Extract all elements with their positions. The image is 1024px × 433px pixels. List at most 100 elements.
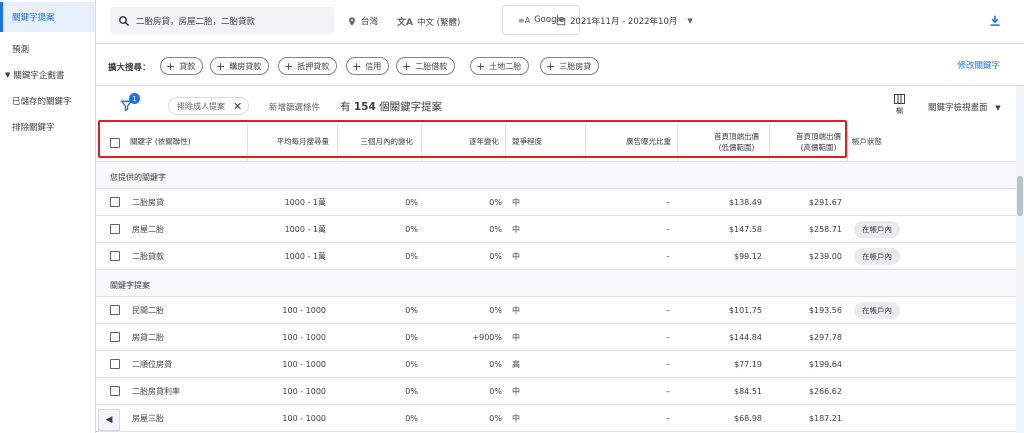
- yoy-change-cell: +900%: [422, 324, 506, 350]
- calendar-icon: [556, 17, 566, 26]
- monthly-searches-value: 1000 - 1萬: [284, 197, 326, 207]
- broaden-chip[interactable]: + 購房貸款: [210, 57, 270, 75]
- monthly-searches-value: 1000 - 1萬: [284, 251, 326, 261]
- sidebar-item-keyword-ideas[interactable]: 關鍵字提案: [0, 2, 95, 32]
- sidebar-item-negative-keywords[interactable]: 排除關鍵字: [0, 114, 95, 140]
- three-month-change-value: 0%: [405, 197, 418, 207]
- impression-share-cell: –: [586, 189, 678, 215]
- column-header-account-status[interactable]: 帳戶狀態: [852, 124, 942, 161]
- table-row[interactable]: 二胎貸款 1000 - 1萬 0% 0% 中 – $99.12 $239.00 在帳戶內: [96, 243, 1016, 270]
- sidebar-item-forecast[interactable]: 預測: [0, 36, 95, 62]
- impression-share-value: –: [666, 305, 670, 315]
- bid-high-cell: $266.62: [770, 378, 848, 404]
- row-checkbox[interactable]: [110, 251, 120, 261]
- column-header-label: 帳戶狀態: [852, 137, 882, 147]
- sidebar-item-saved-keywords[interactable]: 已儲存的關鍵字: [0, 88, 95, 114]
- result-count: 有 154 個關鍵字提案: [340, 99, 442, 114]
- keyword-text: 二胎房貸: [132, 197, 164, 207]
- competition-cell: 中: [506, 189, 586, 215]
- table-row[interactable]: 房屋三胎 100 - 1000 0% 0% 中 – $68.98 $187.21: [96, 405, 1016, 432]
- scroll-left-button[interactable]: ◀: [98, 409, 120, 431]
- edit-keywords-link[interactable]: 修改關鍵字: [957, 59, 1000, 71]
- row-checkbox[interactable]: [110, 386, 120, 396]
- add-filter-button[interactable]: 新增篩選條件: [269, 101, 320, 113]
- column-header-keyword[interactable]: 關鍵字 (依關聯性): [130, 124, 248, 161]
- row-checkbox[interactable]: [110, 224, 120, 234]
- sidebar-item-keyword-plans[interactable]: ▼ 關鍵字企劃書: [0, 62, 95, 88]
- three-month-change-cell: 0%: [338, 297, 422, 323]
- bid-high-cell: $193.56: [770, 297, 848, 323]
- keyword-search-box[interactable]: [110, 7, 334, 34]
- download-button[interactable]: [988, 13, 1002, 32]
- table-row[interactable]: 房貸二胎 100 - 1000 0% +900% 中 – $144.84 $297.78: [96, 324, 1016, 351]
- table-row[interactable]: 二胎房貸利率 100 - 1000 0% 0% 中 – $84.51 $266.62: [96, 378, 1016, 405]
- date-range-selector[interactable]: 2021年11月 - 2022年10月 ▼: [556, 15, 693, 27]
- row-checkbox[interactable]: [110, 305, 120, 315]
- yoy-change-cell: 0%: [422, 351, 506, 377]
- search-input[interactable]: [136, 15, 316, 26]
- bid-high-cell: $258.71: [770, 216, 848, 242]
- broaden-chip[interactable]: + 二胎借款: [396, 57, 456, 75]
- competition-value: 中: [512, 224, 520, 234]
- chip-label: 購房貸款: [229, 61, 262, 71]
- column-header-competition[interactable]: 競爭程度: [506, 124, 586, 161]
- language-label: 中文 (繁體): [416, 17, 461, 28]
- group-header-row: 您提供的關鍵字: [96, 162, 1016, 189]
- bid-low-value: $147.58: [728, 224, 762, 234]
- location-selector[interactable]: 台灣: [347, 15, 378, 27]
- filter-count-badge: 1: [129, 93, 140, 104]
- close-icon[interactable]: ✕: [233, 100, 242, 113]
- download-icon: [990, 15, 1000, 26]
- keyword-cell: 二胎貸款: [132, 243, 248, 269]
- columns-button[interactable]: 欄: [894, 94, 905, 116]
- scrollbar-thumb[interactable]: [1017, 176, 1023, 216]
- column-header-impression-share[interactable]: 廣告曝光比重: [586, 124, 678, 161]
- broaden-chip[interactable]: + 土地二胎: [470, 57, 530, 75]
- broaden-chip[interactable]: + 貸款: [160, 57, 204, 75]
- three-month-change-cell: 0%: [338, 378, 422, 404]
- column-header-yoy-change[interactable]: 逐年變化: [422, 124, 506, 161]
- bid-high-cell: $187.21: [770, 405, 848, 431]
- bid-low-cell: $101.75: [678, 297, 770, 323]
- monthly-searches-value: 100 - 1000: [282, 386, 326, 396]
- broaden-chip[interactable]: + 抵押貸款: [278, 57, 338, 75]
- competition-cell: 中: [506, 324, 586, 350]
- bid-high-value: $187.21: [808, 413, 842, 423]
- keyword-view-selector[interactable]: 關鍵字檢視畫面 ▼: [928, 101, 1001, 113]
- keyword-planner-app: 關鍵字提案 預測 ▼關鍵字企劃書 已儲存的關鍵字 排除關鍵字 台灣 文A 中文 …: [0, 0, 1024, 433]
- keyword-cell: 房貸二胎: [132, 324, 248, 350]
- column-header-bid-low[interactable]: 首頁頂端出價 (低價範圍): [678, 124, 770, 161]
- table-row[interactable]: 民間二胎 100 - 1000 0% 0% 中 – $101.75 $193.56 在帳戶內: [96, 297, 1016, 324]
- competition-value: 高: [512, 359, 520, 369]
- impression-share-cell: –: [586, 243, 678, 269]
- table-row[interactable]: 二胎房貸 1000 - 1萬 0% 0% 中 – $138.49 $291.67: [96, 189, 1016, 216]
- row-checkbox[interactable]: [110, 359, 120, 369]
- table-row[interactable]: 二順位房貸 100 - 1000 0% 0% 高 – $77.19 $199.64: [96, 351, 1016, 378]
- broaden-chip[interactable]: + 三胎房貸: [540, 57, 600, 75]
- bid-low-value: $77.19: [734, 359, 762, 369]
- row-checkbox[interactable]: [110, 332, 120, 342]
- column-header-monthly-searches[interactable]: 平均每月搜尋量: [248, 124, 338, 161]
- yoy-change-value: 0%: [489, 251, 502, 261]
- yoy-change-value: 0%: [489, 197, 502, 207]
- three-month-change-cell: 0%: [338, 324, 422, 350]
- chip-label: 排除成人提案: [177, 101, 225, 111]
- exclude-adult-filter-chip[interactable]: 排除成人提案 ✕: [168, 97, 250, 115]
- chip-label: 貸款: [179, 61, 196, 71]
- column-header-bid-high[interactable]: 首頁頂端出價 (高價範圍): [770, 124, 848, 161]
- row-checkbox[interactable]: [110, 197, 120, 207]
- language-selector[interactable]: 文A 中文 (繁體): [397, 15, 461, 29]
- yoy-change-value: +900%: [472, 332, 502, 342]
- keyword-text: 房屋三胎: [132, 413, 164, 423]
- bid-high-cell: $291.67: [770, 189, 848, 215]
- select-all-checkbox[interactable]: [110, 137, 120, 148]
- plus-icon: +: [402, 59, 412, 73]
- column-header-three-month-change[interactable]: 三個月內的變化: [338, 124, 422, 161]
- caret-down-icon: ▼: [995, 104, 1001, 112]
- impression-share-value: –: [666, 224, 670, 234]
- broaden-chip[interactable]: + 信用: [346, 57, 390, 75]
- vertical-scrollbar[interactable]: [1016, 86, 1024, 433]
- impression-share-cell: –: [586, 216, 678, 242]
- column-header-label: (低價範圍): [718, 142, 755, 152]
- table-row[interactable]: 房屋二胎 1000 - 1萬 0% 0% 中 – $147.58 $258.71 在帳戶內: [96, 216, 1016, 243]
